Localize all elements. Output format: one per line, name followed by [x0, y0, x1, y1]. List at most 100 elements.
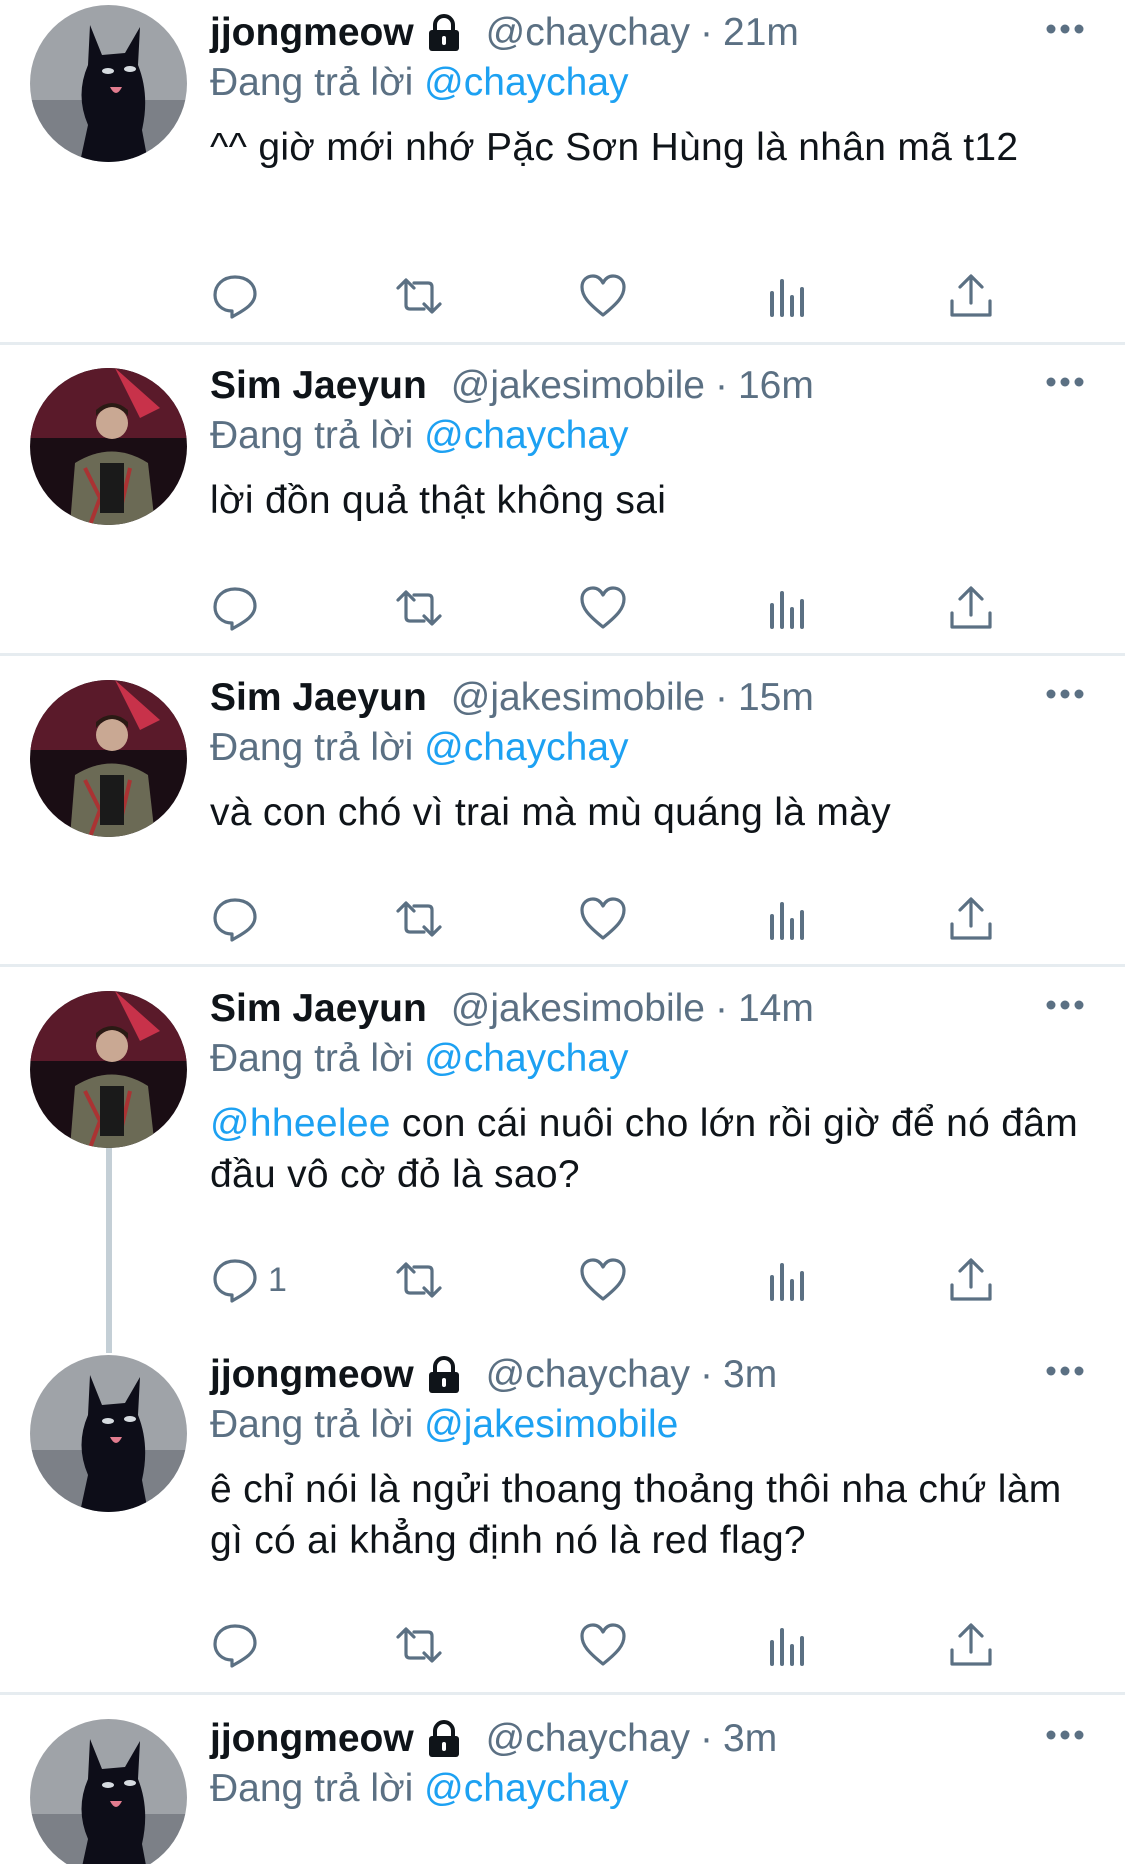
share-button[interactable] — [946, 266, 996, 326]
reply-button[interactable]: 1 — [210, 1250, 287, 1310]
replying-to-label: Đang trả lời — [210, 1037, 414, 1080]
timestamp[interactable]: 15m — [738, 675, 814, 721]
avatar[interactable] — [30, 5, 187, 162]
reply-mention-link[interactable]: @chaychay — [424, 414, 628, 457]
more-icon[interactable] — [1045, 375, 1085, 389]
display-name[interactable]: jjongmeow — [210, 1716, 414, 1762]
share-button[interactable] — [946, 1615, 996, 1675]
reply-icon — [210, 1255, 260, 1305]
reply-mention-link[interactable]: @chaychay — [424, 61, 628, 104]
display-name[interactable]: Sim Jaeyun — [210, 675, 427, 721]
analytics-icon — [762, 1255, 812, 1305]
reply-button[interactable] — [210, 578, 268, 638]
tweet[interactable]: jjongmeow @chaychay · 3m Đang trả lời @c… — [0, 1695, 1125, 1864]
replying-to-label: Đang trả lời — [210, 414, 414, 457]
replying-to-line: Đang trả lời @chaychay — [210, 725, 1085, 771]
reply-button[interactable] — [210, 889, 268, 949]
avatar[interactable] — [30, 1355, 187, 1512]
avatar[interactable] — [30, 991, 187, 1148]
retweet-button[interactable] — [394, 578, 444, 638]
more-icon[interactable] — [1045, 1728, 1085, 1742]
tweet-header: Sim Jaeyun @jakesimobile · 14m — [210, 986, 1085, 1032]
tweet-text: ê chỉ nói là ngửi thoang thoảng thôi nha… — [210, 1464, 1085, 1566]
timestamp[interactable]: 3m — [723, 1352, 777, 1398]
share-icon — [946, 1620, 996, 1670]
handle[interactable]: @jakesimobile — [451, 675, 705, 721]
reply-icon — [210, 894, 260, 944]
analytics-button[interactable] — [762, 889, 812, 949]
more-icon[interactable] — [1045, 22, 1085, 36]
like-button[interactable] — [578, 266, 628, 326]
tweet-feed: jjongmeow @chaychay · 21m Đang trả lời @… — [0, 0, 1125, 1864]
display-name[interactable]: Sim Jaeyun — [210, 986, 427, 1032]
handle[interactable]: @chaychay — [486, 1716, 690, 1762]
timestamp[interactable]: 16m — [738, 363, 814, 409]
handle[interactable]: @jakesimobile — [451, 363, 705, 409]
retweet-icon — [394, 1620, 444, 1670]
analytics-button[interactable] — [762, 266, 812, 326]
tweet-content: Sim Jaeyun @jakesimobile · 15m Đang trả … — [210, 675, 1085, 838]
separator-dot: · — [700, 1353, 714, 1396]
tweet-content: Sim Jaeyun @jakesimobile · 14m Đang trả … — [210, 986, 1085, 1200]
timestamp[interactable]: 3m — [723, 1716, 777, 1762]
separator-dot: · — [714, 987, 728, 1030]
reply-count: 1 — [268, 1260, 287, 1299]
like-button[interactable] — [578, 578, 628, 638]
action-bar — [210, 889, 1000, 949]
handle[interactable]: @chaychay — [486, 10, 690, 56]
tweet[interactable]: jjongmeow @chaychay · 21m Đang trả lời @… — [0, 0, 1125, 345]
timestamp[interactable]: 21m — [723, 10, 799, 56]
share-button[interactable] — [946, 889, 996, 949]
tweet-text: và con chó vì trai mà mù quáng là mày — [210, 787, 1085, 838]
more-icon[interactable] — [1045, 998, 1085, 1012]
reply-button[interactable] — [210, 1615, 268, 1675]
tweet-text: @hheelee con cái nuôi cho lớn rồi giờ để… — [210, 1098, 1085, 1200]
analytics-button[interactable] — [762, 1615, 812, 1675]
retweet-button[interactable] — [394, 1615, 444, 1675]
retweet-button[interactable] — [394, 1250, 444, 1310]
handle[interactable]: @jakesimobile — [451, 986, 705, 1032]
reply-mention-link[interactable]: @chaychay — [424, 1767, 628, 1810]
reply-mention-link[interactable]: @chaychay — [424, 1037, 628, 1080]
avatar[interactable] — [30, 680, 187, 837]
tweet[interactable]: Sim Jaeyun @jakesimobile · 15m Đang trả … — [0, 656, 1125, 966]
timestamp[interactable]: 14m — [738, 986, 814, 1032]
tweet[interactable]: Sim Jaeyun @jakesimobile · 14m Đang trả … — [0, 967, 1125, 1332]
action-bar — [210, 266, 1000, 326]
tweet[interactable]: jjongmeow @chaychay · 3m Đang trả lời @j… — [0, 1332, 1125, 1694]
retweet-button[interactable] — [394, 889, 444, 949]
more-icon[interactable] — [1045, 687, 1085, 701]
reply-mention-link[interactable]: @jakesimobile — [424, 1403, 678, 1446]
display-name[interactable]: jjongmeow — [210, 10, 414, 56]
more-icon[interactable] — [1045, 1364, 1085, 1378]
tweet-header: jjongmeow @chaychay · 3m — [210, 1352, 1085, 1398]
reply-mention-link[interactable]: @chaychay — [424, 726, 628, 769]
share-button[interactable] — [946, 578, 996, 638]
avatar[interactable] — [30, 368, 187, 525]
action-bar: 1 — [210, 1250, 1000, 1310]
display-name[interactable]: Sim Jaeyun — [210, 363, 427, 409]
reply-button[interactable] — [210, 266, 268, 326]
tweet-content: jjongmeow @chaychay · 3m Đang trả lời @c… — [210, 1716, 1085, 1828]
handle[interactable]: @chaychay — [486, 1352, 690, 1398]
analytics-icon — [762, 1620, 812, 1670]
retweet-button[interactable] — [394, 266, 444, 326]
tweet[interactable]: Sim Jaeyun @jakesimobile · 16m Đang trả … — [0, 345, 1125, 655]
analytics-button[interactable] — [762, 1250, 812, 1310]
analytics-button[interactable] — [762, 578, 812, 638]
tweet-content: jjongmeow @chaychay · 3m Đang trả lời @j… — [210, 1352, 1085, 1566]
like-button[interactable] — [578, 1615, 628, 1675]
lock-icon — [424, 13, 464, 53]
person-avatar-image — [30, 991, 187, 1148]
share-button[interactable] — [946, 1250, 996, 1310]
person-avatar-image — [30, 680, 187, 837]
like-button[interactable] — [578, 889, 628, 949]
cat-avatar-image — [30, 5, 187, 162]
avatar[interactable] — [30, 1719, 187, 1864]
like-button[interactable] — [578, 1250, 628, 1310]
share-icon — [946, 271, 996, 321]
tweet-header: Sim Jaeyun @jakesimobile · 15m — [210, 675, 1085, 721]
heart-icon — [578, 1620, 628, 1670]
display-name[interactable]: jjongmeow — [210, 1352, 414, 1398]
body-mention-link[interactable]: @hheelee — [210, 1102, 391, 1145]
